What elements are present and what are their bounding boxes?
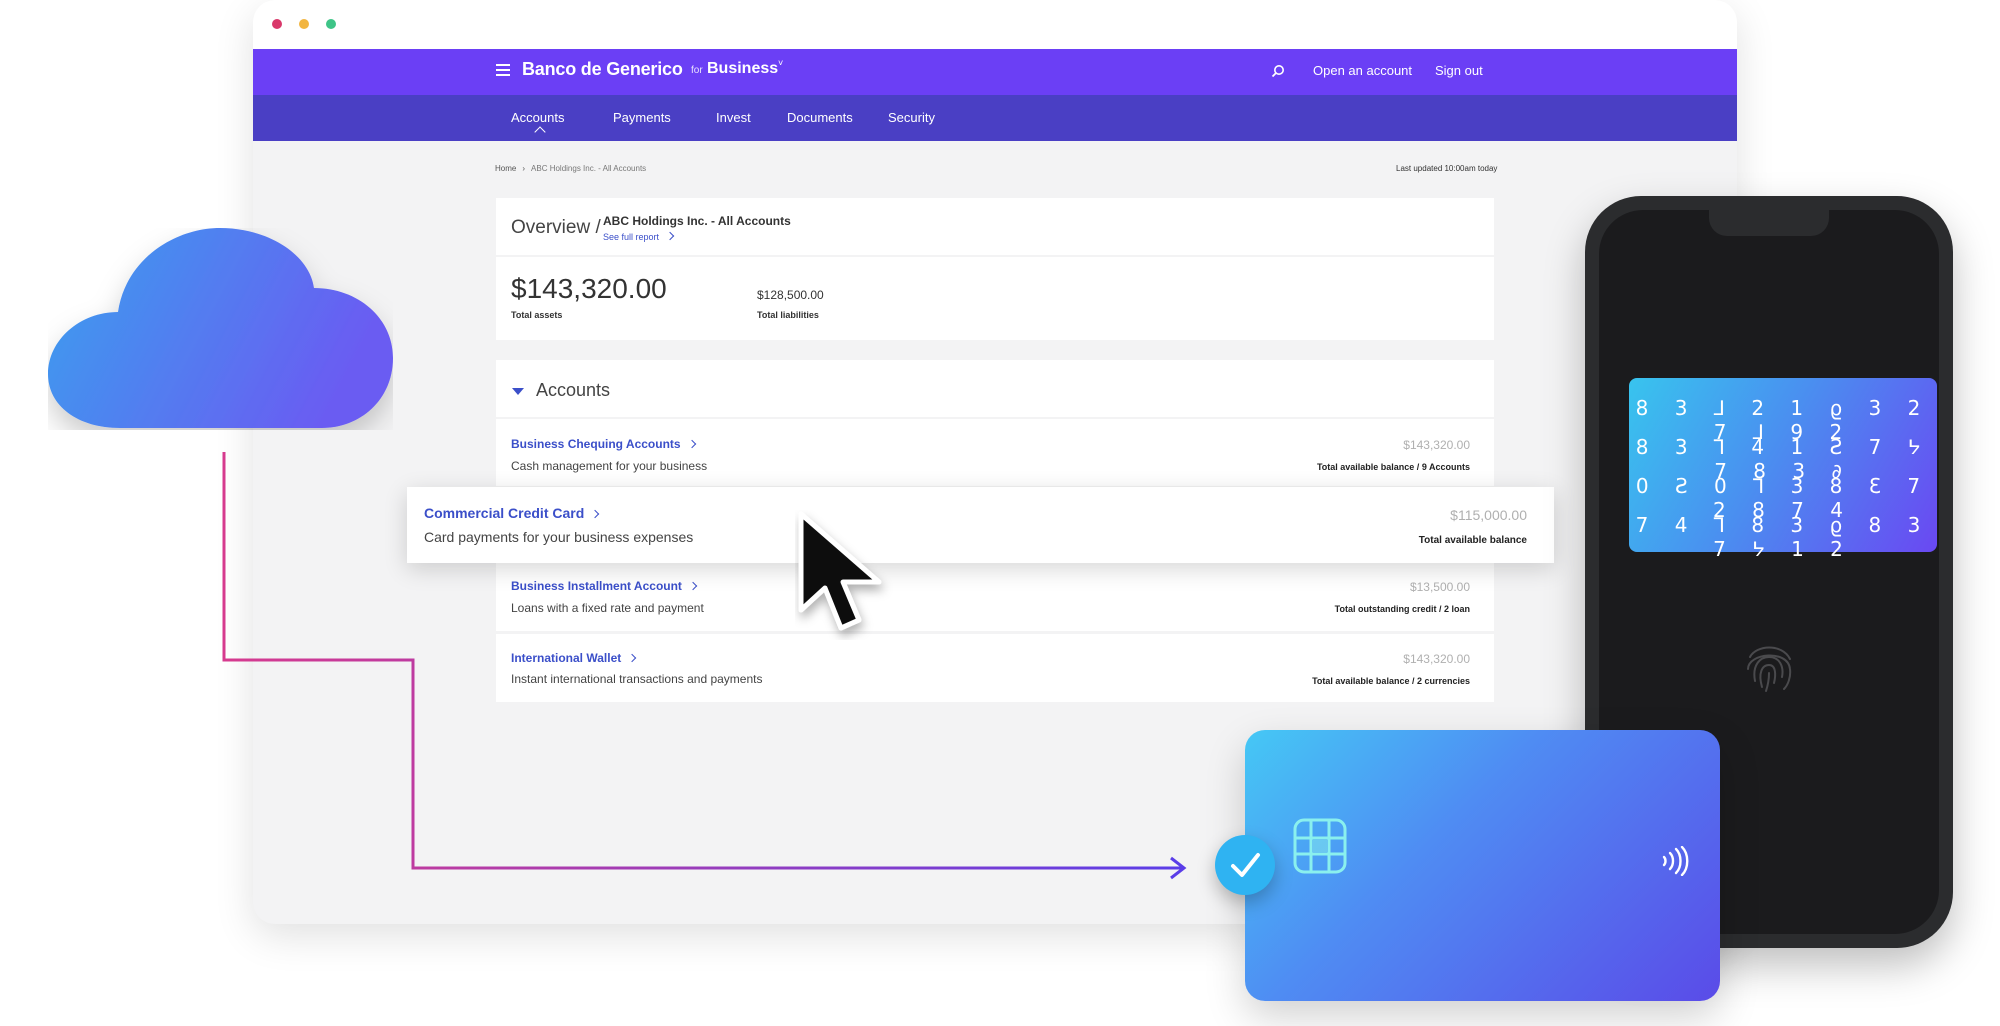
breadcrumb-home[interactable]: Home: [495, 164, 516, 173]
credit-card: [1245, 730, 1720, 1001]
account-row-amount: $115,000.00: [1450, 507, 1527, 523]
breadcrumb-chevron-icon: ›: [522, 164, 526, 173]
title-bar: [253, 0, 1737, 49]
brand-logo[interactable]: Banco de Generico: [522, 59, 683, 80]
collapse-triangle-icon[interactable]: [512, 388, 524, 395]
accounts-header-card[interactable]: Accounts: [496, 360, 1494, 417]
close-window-dot[interactable]: [272, 19, 282, 29]
fingerprint-icon[interactable]: [1738, 635, 1800, 697]
cloud-icon: [48, 228, 393, 428]
account-row-amount: $13,500.00: [1409, 580, 1470, 594]
minimize-window-dot[interactable]: [299, 19, 309, 29]
for-label: for: [691, 65, 703, 76]
account-row-meta: Total available balance / 2 currencies: [1312, 676, 1470, 686]
breadcrumb: Home › ABC Holdings Inc. - All Accounts: [495, 164, 646, 173]
chevron-right-icon: [688, 581, 698, 591]
sign-out-link[interactable]: Sign out: [1435, 63, 1483, 78]
account-row-meta: Total outstanding credit / 2 loan: [1334, 604, 1470, 614]
search-icon[interactable]: [1271, 64, 1285, 78]
overview-title: Overview /: [511, 217, 601, 238]
account-row-desc: Cash management for your business: [511, 459, 708, 473]
top-navigation: Banco de Generico for Business ˅ Open an…: [253, 49, 1737, 95]
check-icon: [1215, 835, 1275, 895]
breadcrumb-current: ABC Holdings Inc. - All Accounts: [531, 164, 647, 173]
account-row-meta: Total available balance / 9 Accounts: [1316, 462, 1470, 472]
account-row-title[interactable]: Business Chequing Accounts: [511, 437, 696, 451]
tab-security[interactable]: Security: [888, 110, 935, 125]
total-assets-label: Total assets: [511, 310, 563, 320]
chevron-right-icon: [591, 509, 600, 519]
account-row-title-text: Business Chequing Accounts: [511, 437, 681, 451]
accounts-heading: Accounts: [536, 380, 611, 400]
see-full-report-label: See full report: [603, 232, 660, 242]
account-row-amount: $143,320.00: [1403, 652, 1470, 666]
account-row-title[interactable]: Business Installment Account: [511, 579, 698, 593]
overview-header-card: Overview / ABC Holdings Inc. - All Accou…: [496, 198, 1494, 255]
chevron-right-icon: [627, 653, 637, 663]
maximize-window-dot[interactable]: [326, 19, 336, 29]
phone-notch: [1709, 210, 1829, 236]
account-row-desc: Instant international transactions and p…: [511, 672, 763, 686]
active-tab-caret-icon: [534, 126, 546, 138]
chip-icon: [1293, 818, 1347, 874]
cursor-icon: [798, 511, 882, 631]
tab-payments[interactable]: Payments: [613, 110, 671, 125]
account-row-desc: Loans with a fixed rate and payment: [511, 601, 704, 615]
tab-invest[interactable]: Invest: [716, 110, 751, 125]
account-row-wallet[interactable]: International Wallet Instant internation…: [496, 634, 1494, 702]
open-account-link[interactable]: Open an account: [1313, 63, 1412, 78]
tab-accounts[interactable]: Accounts: [511, 110, 564, 125]
last-updated-text: Last updated 10:00am today: [1396, 164, 1498, 173]
account-row-title-text: Business Installment Account: [511, 579, 682, 593]
secondary-navigation: Accounts Payments Invest Documents Secur…: [253, 95, 1737, 237]
total-liabilities-label: Total liabilities: [757, 310, 819, 320]
tab-documents[interactable]: Documents: [787, 110, 853, 125]
contactless-icon: [1662, 846, 1689, 876]
code-row: 7 4 ⅂ 8 3 ϱ 8 3 7 ᔭ 1 2: [1635, 513, 1931, 561]
account-row-meta: Total available balance: [1418, 535, 1527, 546]
overview-subtitle: ABC Holdings Inc. - All Accounts: [603, 214, 791, 228]
business-caret-icon[interactable]: ˅: [778, 58, 783, 68]
total-assets-value: $143,320.00: [511, 273, 667, 304]
account-row-title[interactable]: Commercial Credit Card: [424, 505, 600, 521]
account-row-chequing[interactable]: Business Chequing Accounts Cash manageme…: [496, 419, 1494, 486]
account-row-desc: Card payments for your business expenses: [424, 529, 694, 545]
account-row-title[interactable]: International Wallet: [511, 651, 637, 665]
overview-totals-card: $143,320.00 Total assets $128,500.00 Tot…: [496, 257, 1494, 340]
security-code-panel: 8 3 ⅃ 2 1 ϱ 3 2 7 ⅃ 9 2 8 3 ⅂ 4 1 Ƨ 7 ᔭ …: [1629, 378, 1937, 561]
account-row-title-text: Commercial Credit Card: [424, 505, 585, 521]
account-row-title-text: International Wallet: [511, 651, 622, 665]
business-label[interactable]: Business: [707, 60, 778, 78]
total-liabilities-value: $128,500.00: [757, 288, 824, 302]
account-row-amount: $143,320.00: [1403, 438, 1470, 452]
see-full-report-link[interactable]: See full report: [603, 231, 675, 242]
account-row-installment[interactable]: Business Installment Account Loans with …: [496, 563, 1494, 631]
account-row-credit-card[interactable]: Commercial Credit Card Card payments for…: [407, 487, 1554, 563]
chevron-right-icon: [665, 231, 675, 241]
menu-icon[interactable]: [496, 64, 510, 76]
chevron-right-icon: [687, 439, 696, 449]
